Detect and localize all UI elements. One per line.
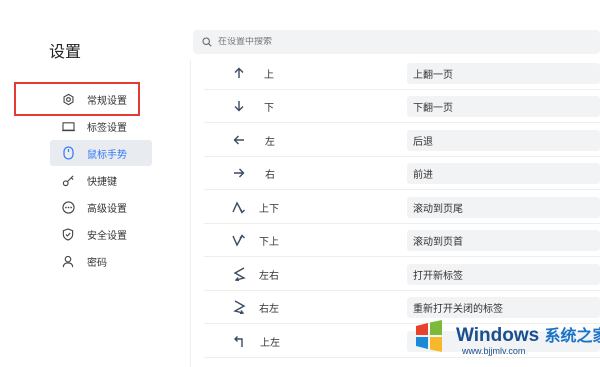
gesture-action-select[interactable]: 后退 [407,129,600,151]
gesture-action-select[interactable]: 打开新标签 [407,263,600,285]
sidebar-item-shortcuts[interactable]: 快捷键 [50,167,152,193]
gesture-up-left-icon [232,334,246,348]
windows-logo-icon [416,320,442,352]
gesture-row: 左 后退 [204,124,600,157]
arrow-down-icon [232,99,246,113]
more-icon [61,200,75,214]
sidebar-item-advanced[interactable]: 高级设置 [50,194,152,220]
gesture-label: 上下 [259,203,279,215]
gesture-row: 下 下翻一页 [204,90,600,123]
gesture-row: 左右 打开新标签 [204,258,600,291]
highlight-annotation [14,82,140,116]
watermark: Windows 系统之家 www.bjjmlv.com [404,312,600,367]
gesture-label: 左右 [259,270,279,282]
gesture-up-down-icon [232,200,246,214]
watermark-brand-suffix: 系统之家 [544,328,600,345]
gesture-label: 下上 [259,236,279,248]
gesture-action-select[interactable]: 滚动到页尾 [407,196,600,218]
sidebar-item-password[interactable]: 密码 [50,248,152,274]
gesture-row: 上下 滚动到页尾 [204,191,600,224]
sidebar-item-label: 标签设置 [87,122,127,134]
gesture-label: 左 [265,136,275,148]
tab-icon [61,119,75,133]
gesture-label: 上左 [260,337,280,349]
search-bar[interactable] [193,30,600,54]
sidebar: 设置 常规设置 标签设置 鼠标手势 快捷键 高级设置 安全设置 密码 [0,0,190,367]
page-title: 设置 [49,42,82,61]
gesture-action-select[interactable]: 滚动到页首 [407,229,600,251]
gesture-right-left-icon [232,300,246,314]
sidebar-item-security[interactable]: 安全设置 [50,221,152,247]
gesture-action-select[interactable]: 上翻一页 [407,62,600,84]
user-icon [61,254,75,268]
gesture-label: 下 [264,102,274,114]
arrow-right-icon [232,166,246,180]
gesture-label: 右 [265,169,275,181]
gesture-down-up-icon [232,233,246,247]
sidebar-item-tabs[interactable]: 标签设置 [50,113,152,139]
watermark-url: www.bjjmlv.com [462,346,526,356]
gesture-row: 上 上翻一页 [204,57,600,90]
gesture-left-right-icon [232,267,246,281]
shield-icon [61,227,75,241]
sidebar-item-label: 鼠标手势 [87,149,127,161]
gesture-label: 右左 [259,303,279,315]
gesture-row: 右 前进 [204,157,600,190]
gesture-action-select[interactable]: 前进 [407,162,600,184]
sidebar-item-label: 安全设置 [87,230,127,242]
mouse-icon [61,146,75,160]
gesture-row: 下上 滚动到页首 [204,224,600,257]
gesture-label: 上 [264,69,274,81]
sidebar-item-mouse-gesture[interactable]: 鼠标手势 [50,140,152,166]
watermark-brand-text: Windows [456,325,540,346]
settings-window: 设置 常规设置 标签设置 鼠标手势 快捷键 高级设置 安全设置 密码 在设置中搜… [0,0,600,367]
search-icon [202,37,212,47]
search-input[interactable] [218,37,518,47]
sidebar-divider [190,60,191,367]
sidebar-item-label: 高级设置 [87,203,127,215]
sidebar-item-label: 快捷键 [87,176,117,188]
watermark-brand: Windows 系统之家 [456,322,600,347]
sidebar-item-label: 密码 [87,257,107,269]
gesture-action-select[interactable]: 下翻一页 [407,95,600,117]
key-icon [61,173,75,187]
arrow-left-icon [232,133,246,147]
arrow-up-icon [232,66,246,80]
